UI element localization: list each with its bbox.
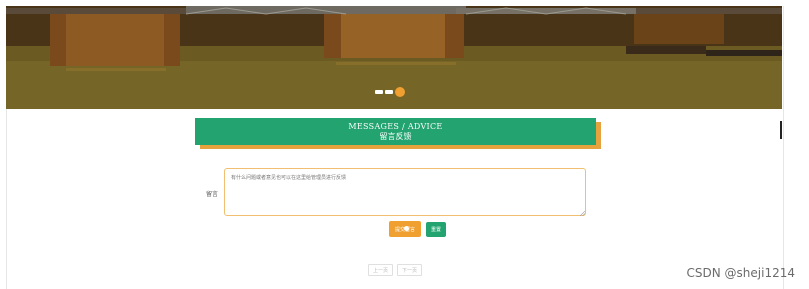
prev-page-button[interactable]: 上一页	[368, 264, 394, 276]
next-page-button[interactable]: 下一页	[397, 264, 423, 276]
reset-button[interactable]: 重置	[426, 222, 446, 237]
watermark-text: CSDN @sheji1214	[686, 266, 795, 280]
bridge-river-image	[6, 6, 782, 109]
carousel-dot-2[interactable]	[385, 90, 393, 94]
heading-title-en: MESSAGES / ADVICE	[348, 122, 443, 131]
hero-banner	[6, 6, 782, 109]
carousel-dot-3[interactable]	[395, 87, 405, 97]
heading-title-cn: 留言反馈	[379, 132, 412, 141]
mouse-cursor-icon	[404, 226, 409, 231]
message-textarea[interactable]	[224, 168, 586, 216]
section-heading: MESSAGES / ADVICE 留言反馈	[195, 118, 596, 145]
scrollbar-marker[interactable]	[780, 121, 782, 139]
pagination: 上一页 下一页	[368, 264, 423, 276]
resize-grip-icon[interactable]	[580, 211, 585, 216]
carousel-dot-1[interactable]	[375, 90, 383, 94]
message-label: 留言	[206, 191, 219, 198]
